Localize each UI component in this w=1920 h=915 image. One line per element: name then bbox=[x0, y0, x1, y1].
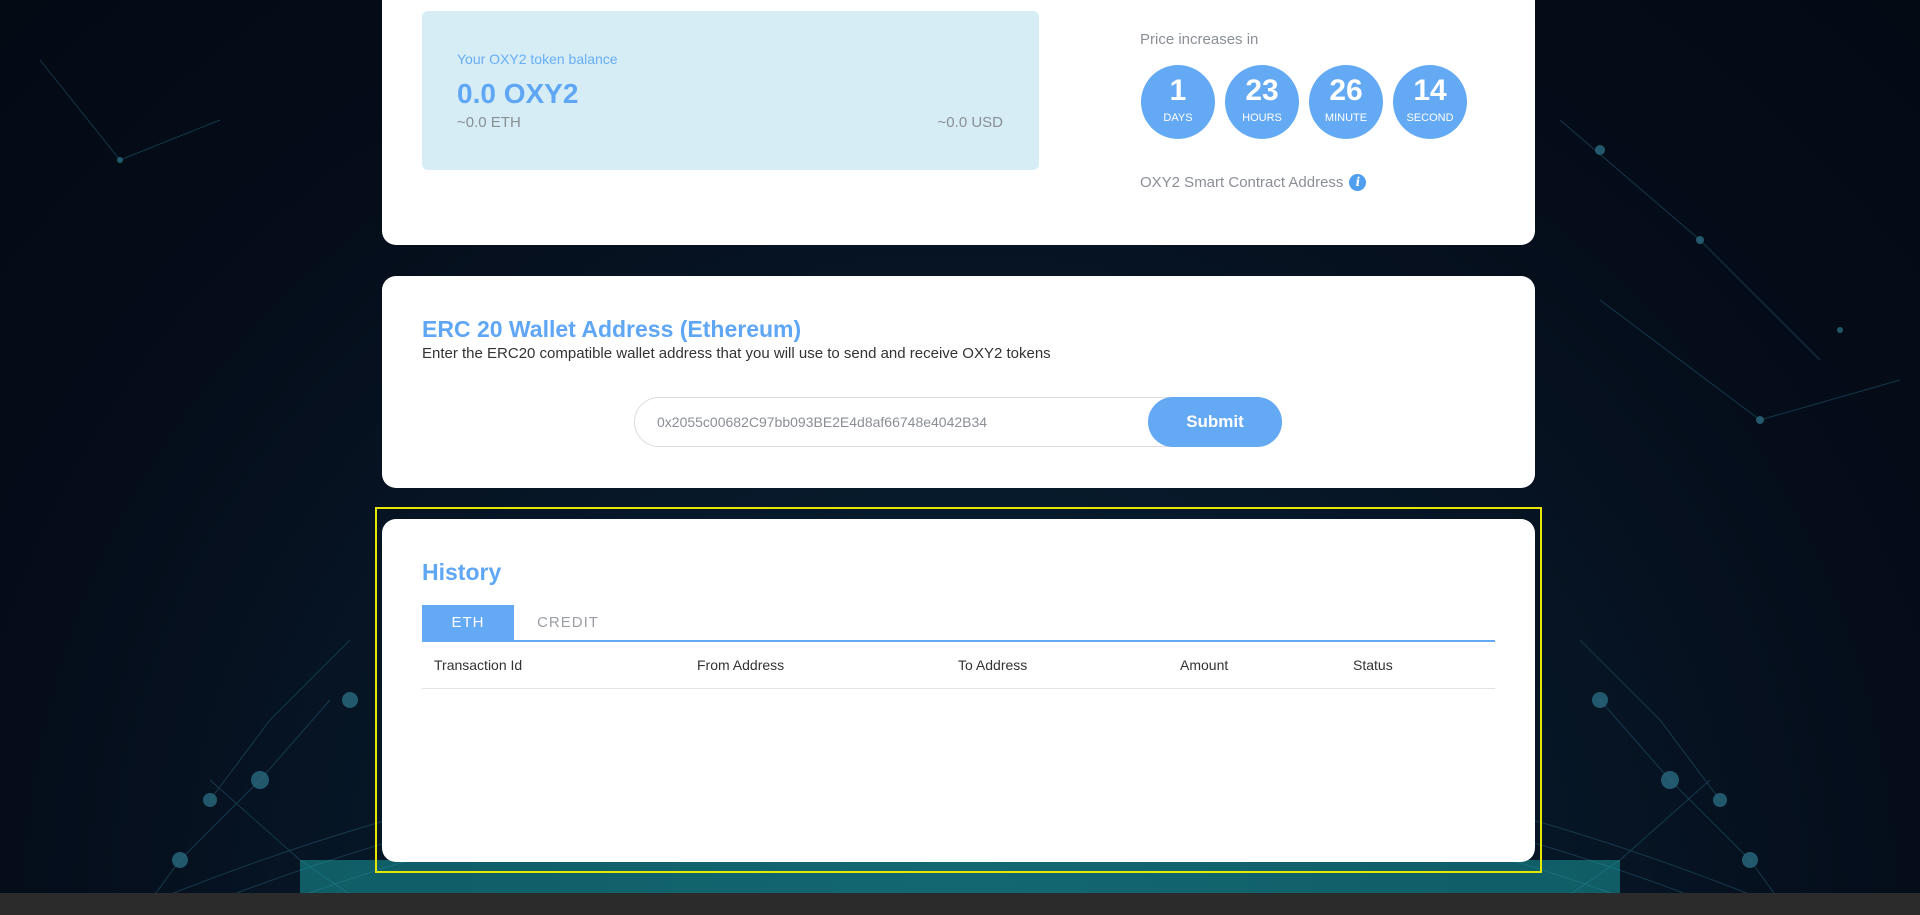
column-from-address: From Address bbox=[697, 657, 785, 673]
countdown-days-label: DAYS bbox=[1163, 112, 1193, 124]
column-transaction-id: Transaction Id bbox=[434, 657, 523, 673]
countdown-minutes-label: MINUTE bbox=[1324, 112, 1368, 124]
countdown-seconds-label: SECOND bbox=[1406, 112, 1454, 124]
tab-eth[interactable]: ETH bbox=[422, 605, 514, 640]
countdown-seconds: 14 SECOND bbox=[1393, 65, 1467, 139]
token-balance-label: Your OXY2 token balance bbox=[457, 51, 618, 67]
submit-button[interactable]: Submit bbox=[1148, 397, 1282, 447]
countdown-minutes: 26 MINUTE bbox=[1309, 65, 1383, 139]
balance-card: Your OXY2 token balance 0.0 OXY2 ~0.0 ET… bbox=[382, 0, 1535, 245]
column-status: Status bbox=[1353, 657, 1393, 673]
token-balance-box: Your OXY2 token balance 0.0 OXY2 ~0.0 ET… bbox=[422, 11, 1039, 170]
smart-contract-address: OXY2 Smart Contract Address i bbox=[1140, 174, 1367, 191]
countdown-hours-value: 23 bbox=[1245, 74, 1279, 107]
wallet-address-input[interactable] bbox=[635, 398, 1135, 446]
column-amount: Amount bbox=[1180, 657, 1229, 673]
wallet-description: Enter the ERC20 compatible wallet addres… bbox=[422, 345, 1051, 362]
history-title: History bbox=[422, 559, 502, 585]
smart-contract-label: OXY2 Smart Contract Address bbox=[1140, 174, 1344, 191]
column-to-address: To Address bbox=[958, 657, 1028, 673]
countdown-minutes-value: 26 bbox=[1329, 74, 1363, 107]
history-tabs: ETH CREDIT bbox=[422, 605, 1495, 642]
history-card: History ETH CREDIT Transaction Id From A… bbox=[382, 519, 1535, 862]
wallet-form: Submit bbox=[634, 397, 1282, 447]
wallet-card: ERC 20 Wallet Address (Ethereum) Enter t… bbox=[382, 276, 1535, 488]
countdown-title: Price increases in bbox=[1140, 31, 1259, 48]
balance-usd-value: ~0.0 USD bbox=[937, 114, 1003, 131]
countdown-days: 1 DAYS bbox=[1141, 65, 1215, 139]
info-icon[interactable]: i bbox=[1349, 174, 1367, 191]
token-balance-amount: 0.0 OXY2 bbox=[457, 78, 579, 109]
countdown-seconds-value: 14 bbox=[1413, 74, 1447, 107]
countdown-days-value: 1 bbox=[1169, 74, 1187, 107]
countdown-hours-label: HOURS bbox=[1242, 112, 1282, 124]
wallet-title: ERC 20 Wallet Address (Ethereum) bbox=[422, 316, 802, 342]
balance-eth-value: ~0.0 ETH bbox=[457, 114, 521, 131]
tab-credit[interactable]: CREDIT bbox=[522, 605, 614, 640]
history-table-header: Transaction Id From Address To Address A… bbox=[422, 642, 1495, 689]
footer-bar bbox=[0, 893, 1920, 915]
countdown-hours: 23 HOURS bbox=[1225, 65, 1299, 139]
